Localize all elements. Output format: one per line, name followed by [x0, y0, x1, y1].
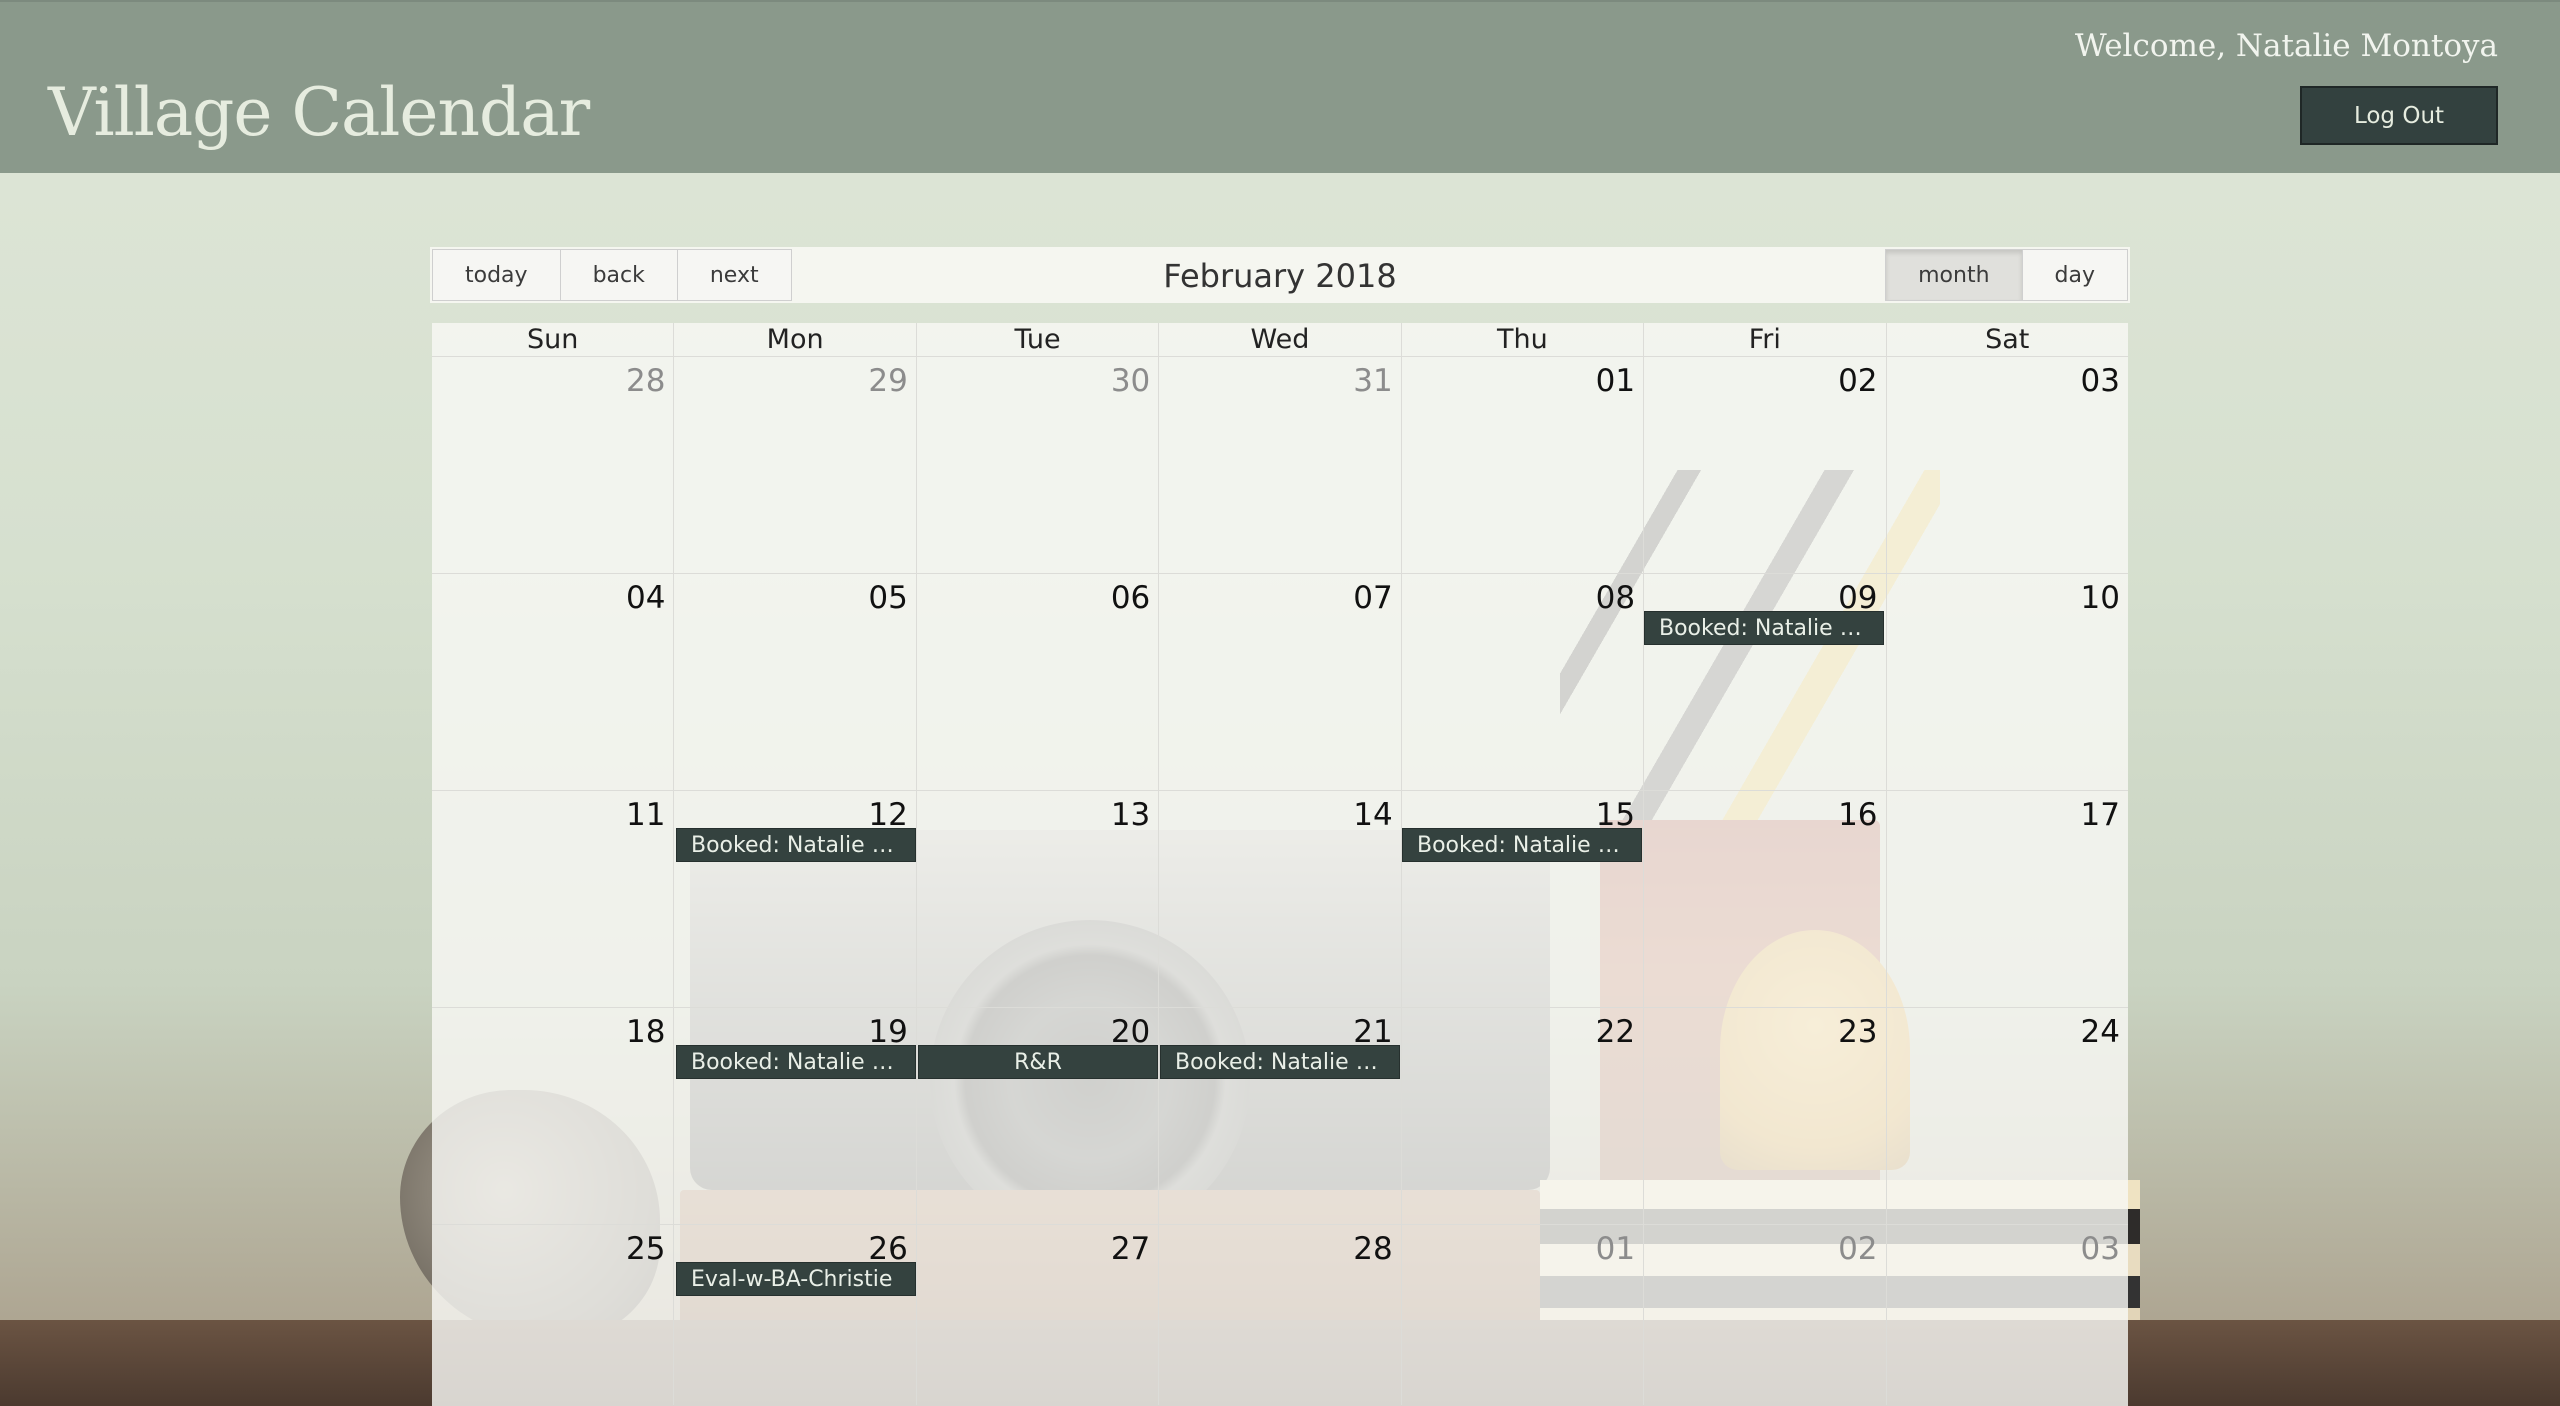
- app-title: Village Calendar: [48, 74, 590, 151]
- day-cell[interactable]: 24: [1885, 1008, 2128, 1224]
- day-cell[interactable]: 04: [432, 574, 673, 790]
- welcome-message: Welcome, Natalie Montoya: [2074, 28, 2498, 64]
- calendar-event[interactable]: R&R: [918, 1045, 1158, 1079]
- weekday-header-row: Sun Mon Tue Wed Thu Fri Sat: [432, 323, 2128, 357]
- weekday-header: Mon: [673, 323, 915, 356]
- date-number[interactable]: 07: [1353, 580, 1392, 616]
- day-cell[interactable]: 05: [673, 574, 915, 790]
- view-buttons: month day: [1885, 249, 2128, 301]
- date-number[interactable]: 29: [868, 363, 907, 399]
- date-number[interactable]: 05: [868, 580, 907, 616]
- day-cell[interactable]: 01: [1400, 357, 1643, 573]
- day-cell[interactable]: 16: [1643, 791, 1885, 1007]
- day-cell[interactable]: 23: [1643, 1008, 1885, 1224]
- day-cell[interactable]: 17: [1885, 791, 2128, 1007]
- day-cell[interactable]: 21: [1158, 1008, 1400, 1224]
- weekday-header: Wed: [1158, 323, 1400, 356]
- logout-button[interactable]: Log Out: [2300, 86, 2498, 145]
- weekday-header: Thu: [1400, 323, 1643, 356]
- calendar-event[interactable]: Booked: Natalie n...: [676, 828, 916, 862]
- date-number[interactable]: 11: [626, 797, 665, 833]
- day-cell[interactable]: 25: [432, 1225, 673, 1405]
- date-number[interactable]: 08: [1596, 580, 1635, 616]
- date-number[interactable]: 02: [1838, 1231, 1877, 1267]
- date-number[interactable]: 03: [2081, 363, 2120, 399]
- date-number[interactable]: 25: [626, 1231, 665, 1267]
- date-number[interactable]: 14: [1353, 797, 1392, 833]
- day-cell[interactable]: 07: [1158, 574, 1400, 790]
- date-number[interactable]: 03: [2081, 1231, 2120, 1267]
- day-cell[interactable]: 28: [432, 357, 673, 573]
- month-grid: Sun Mon Tue Wed Thu Fri Sat 28 29 30 31 …: [432, 323, 2128, 1406]
- calendar-event[interactable]: Eval-w-BA-Christie: [676, 1262, 916, 1296]
- day-cell[interactable]: 02: [1643, 1225, 1885, 1405]
- month-view-button[interactable]: month: [1885, 249, 2023, 301]
- calendar-event[interactable]: Booked: Natalie n...: [676, 1045, 916, 1079]
- weekday-header: Fri: [1643, 323, 1885, 356]
- day-cell[interactable]: 22: [1400, 1008, 1643, 1224]
- calendar-toolbar: today back next February 2018 month day: [430, 247, 2130, 303]
- weekday-header: Tue: [915, 323, 1158, 356]
- day-cell[interactable]: 08: [1400, 574, 1643, 790]
- date-number[interactable]: 24: [2081, 1014, 2120, 1050]
- day-cell[interactable]: 06: [915, 574, 1158, 790]
- date-number[interactable]: 02: [1838, 363, 1877, 399]
- back-button[interactable]: back: [560, 249, 678, 301]
- day-cell[interactable]: 27: [915, 1225, 1158, 1405]
- date-number[interactable]: 28: [626, 363, 665, 399]
- date-number[interactable]: 27: [1111, 1231, 1150, 1267]
- day-cell[interactable]: 14: [1158, 791, 1400, 1007]
- date-number[interactable]: 16: [1838, 797, 1877, 833]
- day-cell[interactable]: 03: [1885, 1225, 2128, 1405]
- date-number[interactable]: 01: [1596, 1231, 1635, 1267]
- date-number[interactable]: 04: [626, 580, 665, 616]
- date-number[interactable]: 30: [1111, 363, 1150, 399]
- date-number[interactable]: 10: [2081, 580, 2120, 616]
- day-cell[interactable]: 13: [915, 791, 1158, 1007]
- calendar-event[interactable]: Booked: Natalie n...: [1402, 828, 1642, 862]
- date-number[interactable]: 23: [1838, 1014, 1877, 1050]
- day-cell[interactable]: 28: [1158, 1225, 1400, 1405]
- weekday-header: Sat: [1885, 323, 2128, 356]
- day-cell[interactable]: 10: [1885, 574, 2128, 790]
- day-cell[interactable]: 29: [673, 357, 915, 573]
- day-cell[interactable]: 01: [1400, 1225, 1643, 1405]
- app-header: Village Calendar Welcome, Natalie Montoy…: [0, 0, 2560, 173]
- day-cell[interactable]: 30: [915, 357, 1158, 573]
- date-number[interactable]: 22: [1596, 1014, 1635, 1050]
- day-cell[interactable]: 31: [1158, 357, 1400, 573]
- today-button[interactable]: today: [432, 249, 561, 301]
- date-number[interactable]: 01: [1596, 363, 1635, 399]
- day-cell[interactable]: 19: [673, 1008, 915, 1224]
- week-row: 28 29 30 31 01 02 03: [432, 357, 2128, 574]
- navigation-buttons: today back next: [432, 249, 792, 301]
- calendar: today back next February 2018 month day …: [430, 247, 2130, 1406]
- date-number[interactable]: 28: [1353, 1231, 1392, 1267]
- day-cell[interactable]: 11: [432, 791, 673, 1007]
- date-number[interactable]: 18: [626, 1014, 665, 1050]
- next-button[interactable]: next: [677, 249, 792, 301]
- date-number[interactable]: 31: [1353, 363, 1392, 399]
- day-cell[interactable]: 18: [432, 1008, 673, 1224]
- week-row: 11 12 13 14 15 16 17 Booked: Natalie n..…: [432, 791, 2128, 1008]
- week-row: 04 05 06 07 08 09 10 Booked: Natalie n..…: [432, 574, 2128, 791]
- date-number[interactable]: 17: [2081, 797, 2120, 833]
- day-cell[interactable]: 20: [915, 1008, 1158, 1224]
- day-cell[interactable]: 09: [1643, 574, 1885, 790]
- week-row: 25 26 27 28 01 02 03 Eval-w-BA-Christie: [432, 1225, 2128, 1405]
- day-cell[interactable]: 15: [1400, 791, 1643, 1007]
- weekday-header: Sun: [527, 324, 579, 355]
- calendar-event[interactable]: Booked: Natalie n...: [1160, 1045, 1400, 1079]
- day-cell[interactable]: 12: [673, 791, 915, 1007]
- date-number[interactable]: 06: [1111, 580, 1150, 616]
- day-cell[interactable]: 02: [1643, 357, 1885, 573]
- date-number[interactable]: 13: [1111, 797, 1150, 833]
- week-row: 18 19 20 21 22 23 24 Booked: Natalie n..…: [432, 1008, 2128, 1225]
- day-cell[interactable]: 03: [1885, 357, 2128, 573]
- day-view-button[interactable]: day: [2022, 249, 2128, 301]
- calendar-event[interactable]: Booked: Natalie n...: [1644, 611, 1884, 645]
- day-cell[interactable]: 26: [673, 1225, 915, 1405]
